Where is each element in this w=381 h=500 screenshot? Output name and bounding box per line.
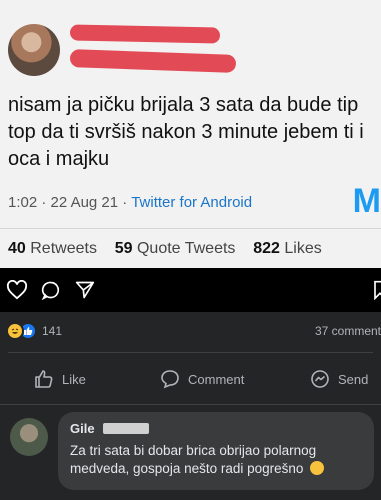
grinning-emoji-icon <box>310 461 325 475</box>
facebook-post-panel: 141 37 comments Like Comment Send Gile Z… <box>0 312 381 500</box>
retweets-label[interactable]: Retweets <box>30 240 97 257</box>
like-button[interactable]: Like <box>34 364 86 394</box>
quote-tweets-count[interactable]: 59 <box>115 240 133 257</box>
likes-count[interactable]: 822 <box>253 240 280 257</box>
post-area: 141 37 comments Like Comment Send Gile Z… <box>0 268 381 500</box>
redacted-handle <box>69 49 237 73</box>
redacted-display-name <box>69 24 221 44</box>
tweet-meta: 1:02 · 22 Aug 21 · Twitter for Android <box>8 194 253 211</box>
tweet-avatar[interactable] <box>8 24 60 76</box>
comment-icon <box>161 370 179 389</box>
comments-count[interactable]: 37 comments <box>315 324 381 338</box>
commenter-avatar[interactable] <box>10 418 48 456</box>
comment-item: Gile Za tri sata bi dobar brica obrijao … <box>0 408 381 500</box>
like-label: Like <box>62 371 86 387</box>
reaction-count: 141 <box>42 324 63 338</box>
tweet-time: 1:02 <box>8 194 38 211</box>
heart-icon[interactable] <box>6 280 28 300</box>
tweet-card: nisam ja pičku brijala 3 sata da bude ti… <box>0 0 381 268</box>
tweet-date: 22 Aug 21 <box>50 194 119 211</box>
send-button[interactable]: Send <box>310 364 368 394</box>
reaction-summary[interactable]: 141 <box>6 322 62 340</box>
tweet-source-link[interactable]: Twitter for Android <box>131 194 252 211</box>
bookmark-icon[interactable] <box>372 280 381 300</box>
comment-bubble-icon[interactable] <box>40 280 62 300</box>
divider <box>0 404 381 405</box>
comment-bubble[interactable]: Gile Za tri sata bi dobar brica obrijao … <box>58 412 374 490</box>
tweet-stats: 40 Retweets 59 Quote Tweets 822 Likes <box>8 240 322 258</box>
comment-text: Za tri sata bi dobar brica obrijao polar… <box>70 443 317 476</box>
redacted-surname <box>103 423 150 435</box>
post-actions: Like Comment Send <box>0 364 381 394</box>
paper-plane-icon[interactable] <box>74 280 96 300</box>
comment-button[interactable]: Comment <box>160 364 244 394</box>
haha-reaction-icon <box>6 322 24 340</box>
tweet-text: nisam ja pičku brijala 3 sata da bude ti… <box>8 94 364 170</box>
messenger-icon <box>311 370 329 388</box>
post-action-bar <box>0 276 381 304</box>
commenter-name[interactable]: Gile <box>70 421 95 436</box>
comment-text-wrap: Za tri sata bi dobar brica obrijao polar… <box>70 442 362 478</box>
retweets-count[interactable]: 40 <box>8 240 26 257</box>
thumbs-up-icon <box>35 370 53 388</box>
watermark: M <box>352 182 381 220</box>
comment-label: Comment <box>188 371 245 387</box>
quote-tweets-label[interactable]: Quote Tweets <box>137 240 235 257</box>
divider <box>0 228 381 229</box>
send-label: Send <box>338 371 369 387</box>
likes-label[interactable]: Likes <box>284 240 321 257</box>
divider <box>8 352 373 353</box>
